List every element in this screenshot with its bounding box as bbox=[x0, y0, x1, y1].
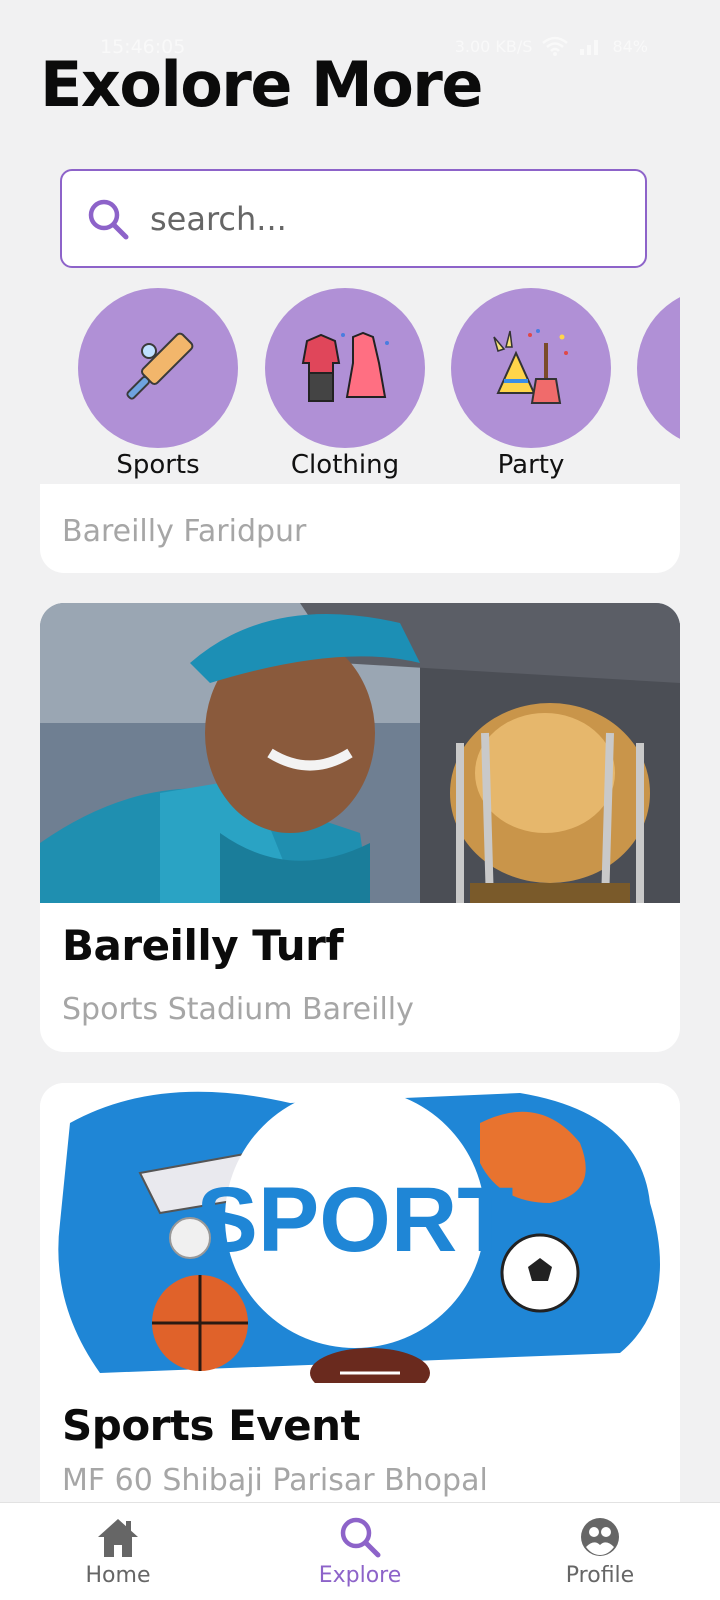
place-card[interactable]: Bareilly Turf Sports Stadium Bareilly bbox=[40, 603, 680, 1052]
battery-level: 84% bbox=[612, 36, 648, 56]
search-icon bbox=[88, 199, 129, 239]
place-card[interactable]: Bareilly Faridpur bbox=[40, 484, 680, 573]
search-box[interactable] bbox=[60, 169, 647, 268]
card-title: Sports Event bbox=[62, 1401, 361, 1450]
card-subtitle: Bareilly Faridpur bbox=[62, 514, 307, 549]
category-clothing-circle[interactable] bbox=[265, 288, 425, 448]
card-subtitle: Sports Stadium Bareilly bbox=[62, 992, 414, 1027]
category-label: Party bbox=[497, 450, 565, 480]
category-label: Clothing bbox=[290, 450, 400, 480]
nav-home[interactable]: Home bbox=[58, 1509, 178, 1599]
place-card[interactable]: SPORT Sports Event MF 60 Shibaji Parisar… bbox=[40, 1083, 680, 1523]
clothing-icon bbox=[301, 331, 389, 402]
cricket-bat-icon bbox=[126, 332, 194, 400]
category-carousel[interactable]: Sports Clothing Party bbox=[40, 288, 680, 484]
card-image bbox=[40, 603, 680, 903]
signal-icon bbox=[580, 40, 599, 55]
bottom-nav: Home Explore Profile bbox=[0, 1502, 720, 1600]
category-sports-circle[interactable] bbox=[78, 288, 238, 448]
nav-label: Home bbox=[85, 1563, 151, 1588]
page-title: Exolore More bbox=[40, 48, 483, 121]
status-icons: 3.00 KB/S 84% bbox=[455, 36, 648, 56]
wifi-icon bbox=[542, 36, 569, 56]
category-clothing[interactable]: Clothing bbox=[265, 288, 425, 484]
category-sports[interactable]: Sports bbox=[78, 288, 238, 484]
category-label: Sports bbox=[116, 450, 200, 480]
card-image: SPORT bbox=[40, 1083, 680, 1383]
nav-label: Profile bbox=[565, 1563, 635, 1588]
search-icon bbox=[340, 1517, 381, 1558]
category-more-circle[interactable] bbox=[637, 288, 680, 448]
sport-image-text: SPORT bbox=[197, 1169, 514, 1271]
profile-icon bbox=[581, 1518, 619, 1556]
card-title: Bareilly Turf bbox=[62, 921, 344, 970]
category-more[interactable] bbox=[637, 288, 680, 484]
nav-label: Explore bbox=[318, 1563, 402, 1588]
category-party-circle[interactable] bbox=[451, 288, 611, 448]
home-icon bbox=[98, 1519, 138, 1557]
card-subtitle: MF 60 Shibaji Parisar Bhopal bbox=[62, 1463, 488, 1498]
party-icon bbox=[493, 329, 568, 404]
search-input[interactable] bbox=[150, 199, 620, 238]
nav-explore[interactable]: Explore bbox=[300, 1509, 420, 1599]
nav-profile[interactable]: Profile bbox=[540, 1509, 660, 1599]
category-party[interactable]: Party bbox=[451, 288, 611, 484]
